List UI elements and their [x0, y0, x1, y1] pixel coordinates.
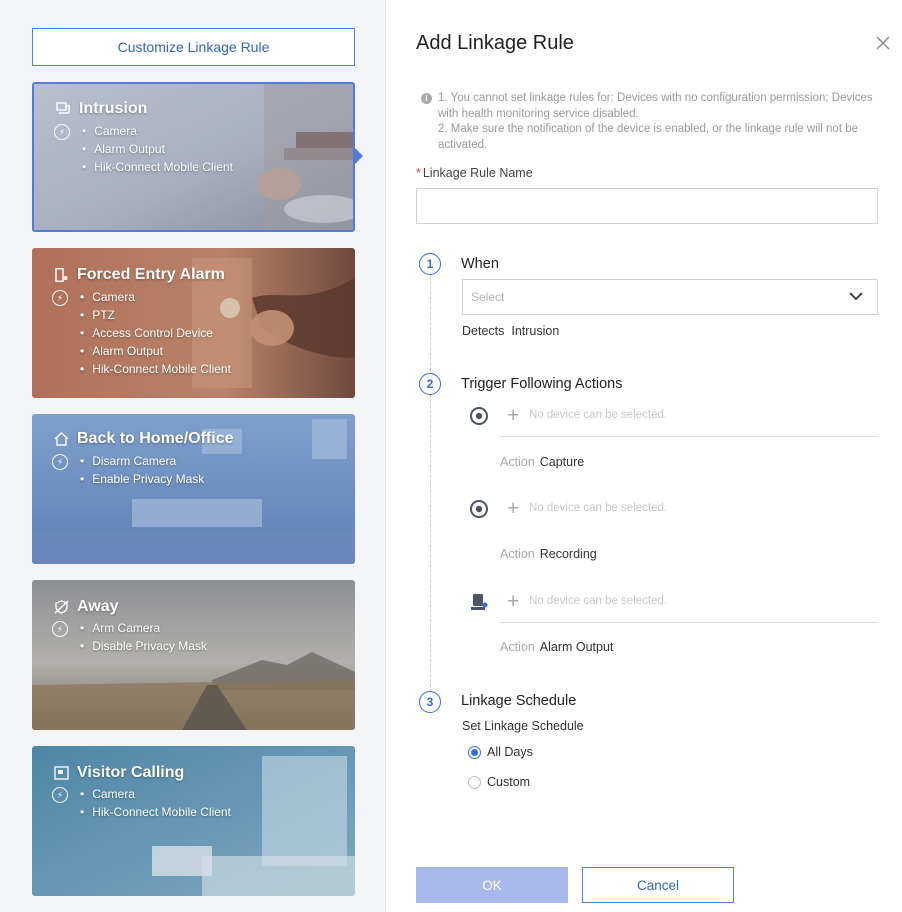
door-alarm-icon [54, 268, 69, 282]
device-placeholder: No device can be selected. [529, 502, 668, 514]
chevron-down-icon [849, 292, 863, 301]
detects-info: Detects Intrusion [462, 324, 560, 338]
add-device-icon[interactable]: + [507, 405, 519, 426]
device-placeholder: No device can be selected. [529, 409, 668, 421]
home-icon [54, 432, 69, 446]
list-item: Enable Privacy Mask [80, 470, 204, 488]
step-connector-line [430, 395, 431, 692]
step-title-actions: Trigger Following Actions [461, 376, 623, 392]
radio-button-checked[interactable] [468, 745, 481, 759]
radio-custom[interactable]: Custom [468, 775, 530, 789]
rule-name-label: * Linkage Rule Name [416, 166, 533, 180]
linkage-template-panel: Customize Linkage Rule Intrusion ⚡ Ca [0, 0, 386, 912]
template-card-forced-entry-alarm[interactable]: Forced Entry Alarm ⚡ Camera PTZ Access C… [32, 248, 355, 398]
visitor-calling-card-items: Camera Hik-Connect Mobile Client [80, 785, 231, 821]
list-item: Camera [80, 288, 231, 306]
list-item: Hik-Connect Mobile Client [82, 158, 233, 176]
list-item: Alarm Output [82, 140, 233, 158]
list-item: Arm Camera [80, 619, 207, 637]
step-number-2: 2 [419, 373, 441, 395]
list-item: Hik-Connect Mobile Client [80, 360, 231, 378]
list-item: Access Control Device [80, 324, 231, 342]
selected-card-indicator [354, 147, 363, 165]
template-card-away[interactable]: Away ⚡ Arm Camera Disable Privacy Mask [32, 580, 355, 730]
required-marker: * [416, 166, 421, 180]
notice-line-1: 1. You cannot set linkage rules for: Dev… [438, 92, 873, 120]
add-device-icon[interactable]: + [507, 498, 519, 519]
radio-label: All Days [487, 745, 533, 759]
rule-name-input[interactable] [416, 188, 878, 224]
step-number-1: 1 [419, 253, 441, 275]
alarm-output-icon [471, 594, 488, 610]
camera-icon [470, 500, 488, 518]
step-title-when: When [461, 256, 499, 272]
template-card-visitor-calling[interactable]: Visitor Calling ⚡ Camera Hik-Connect Mob… [32, 746, 355, 896]
customize-linkage-rule-button[interactable]: Customize Linkage Rule [32, 28, 355, 66]
info-icon: i [421, 93, 432, 104]
list-item: Alarm Output [80, 342, 231, 360]
intrusion-icon [56, 102, 71, 116]
step-number-3: 3 [419, 691, 441, 713]
intrusion-card-items: Camera Alarm Output Hik-Connect Mobile C… [82, 122, 233, 176]
radio-button-unchecked[interactable] [468, 775, 481, 789]
radio-all-days[interactable]: All Days [468, 745, 533, 759]
list-item: Camera [82, 122, 233, 140]
list-item: Camera [80, 785, 231, 803]
ok-button[interactable]: OK [416, 867, 568, 903]
template-card-intrusion[interactable]: Intrusion ⚡ Camera Alarm Output Hik-Conn… [32, 82, 355, 232]
lightning-icon: ⚡ [52, 454, 68, 470]
camera-icon [470, 407, 488, 425]
step-connector-line [430, 276, 431, 376]
cancel-button[interactable]: Cancel [582, 867, 734, 903]
divider [499, 622, 878, 623]
device-select-row[interactable]: + No device can be selected. [469, 495, 878, 531]
step-title-schedule: Linkage Schedule [461, 693, 577, 709]
intercom-icon [54, 766, 69, 780]
action-capture: Action Capture [500, 455, 585, 469]
radio-label: Custom [487, 775, 531, 789]
intrusion-card-title: Intrusion [56, 100, 147, 118]
lightning-icon: ⚡ [52, 621, 68, 637]
home-office-card-title: Back to Home/Office [54, 430, 233, 448]
away-card-title: Away [54, 598, 119, 616]
list-item: PTZ [80, 306, 231, 324]
list-item: Disable Privacy Mask [80, 637, 207, 655]
action-alarm-output: Action Alarm Output [500, 640, 614, 654]
divider [499, 436, 878, 437]
notice-text: 1. You cannot set linkage rules for: Dev… [438, 91, 886, 153]
forced-entry-card-items: Camera PTZ Access Control Device Alarm O… [80, 288, 231, 378]
trigger-select[interactable]: Select [462, 279, 878, 315]
away-card-items: Arm Camera Disable Privacy Mask [80, 619, 207, 655]
close-icon[interactable] [874, 34, 892, 52]
add-device-icon[interactable]: + [507, 591, 519, 612]
home-office-card-items: Disarm Camera Enable Privacy Mask [80, 452, 204, 488]
lightning-icon: ⚡ [52, 290, 68, 306]
visitor-calling-card-title: Visitor Calling [54, 764, 184, 782]
list-item: Disarm Camera [80, 452, 204, 470]
schedule-sub-label: Set Linkage Schedule [462, 719, 584, 733]
notice-line-2: 2. Make sure the notification of the dev… [438, 123, 858, 151]
select-placeholder: Select [471, 290, 505, 304]
list-item: Hik-Connect Mobile Client [80, 803, 231, 821]
action-recording: Action Recording [500, 547, 597, 561]
forced-entry-card-title: Forced Entry Alarm [54, 266, 225, 284]
lightning-icon: ⚡ [54, 124, 70, 140]
shield-off-icon [54, 600, 69, 614]
template-card-back-to-home-office[interactable]: Back to Home/Office ⚡ Disarm Camera Enab… [32, 414, 355, 564]
dialog-title: Add Linkage Rule [416, 32, 574, 54]
device-placeholder: No device can be selected. [529, 595, 668, 607]
device-select-row[interactable]: + No device can be selected. [469, 588, 878, 624]
device-select-row[interactable]: + No device can be selected. [469, 402, 878, 438]
lightning-icon: ⚡ [52, 787, 68, 803]
